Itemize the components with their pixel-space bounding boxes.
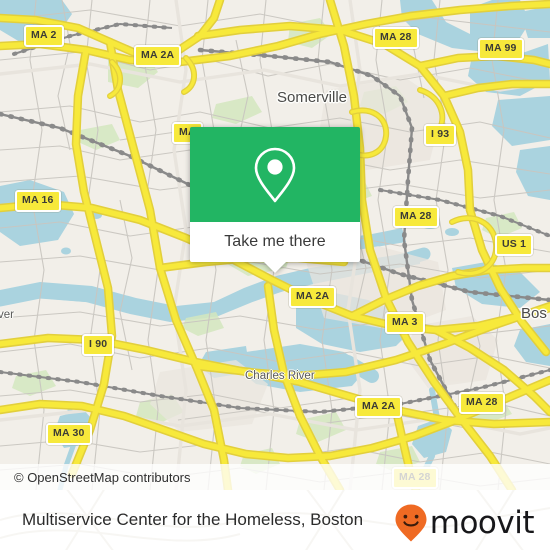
road-shield: MA 2A: [289, 286, 337, 308]
road-shield: MA 2A: [134, 45, 182, 67]
road-shield: MA 99: [478, 38, 524, 60]
moovit-wordmark: moovit: [429, 505, 535, 541]
popup-action-label: Take me there: [224, 233, 326, 250]
road-shield: I 93: [424, 124, 457, 146]
road-shield: MA 3: [385, 312, 425, 334]
road-shield: US 1: [495, 234, 534, 256]
road-shield: MA 28: [459, 392, 505, 414]
road-shield: MA 30: [46, 423, 92, 445]
water-label: Charles River: [245, 370, 315, 382]
popup-pointer: [264, 262, 286, 273]
road-shield: MA 2A: [355, 396, 403, 418]
location-title: Multiservice Center for the Homeless, Bo…: [22, 510, 364, 529]
osm-attribution[interactable]: © OpenStreetMap contributors: [0, 464, 550, 490]
popup-action-button[interactable]: Take me there: [190, 222, 360, 262]
road-shield: MA 28: [393, 206, 439, 228]
place-label: Bos: [521, 305, 547, 322]
road-shield: MA 16: [15, 190, 61, 212]
moovit-map-screen: MA 2 MA 2A MA 28 MA 99 I 93 MA MA 16 MA 28 US 1M…: [0, 0, 550, 550]
moovit-smiley-pin-icon: [395, 504, 427, 542]
road-shield: I 90: [82, 334, 115, 356]
popup-header: [190, 127, 360, 222]
map-pin-icon: [254, 147, 296, 202]
location-popup[interactable]: Take me there: [190, 127, 360, 273]
road-shield: MA 2: [24, 25, 64, 47]
osm-attribution-text: © OpenStreetMap contributors: [14, 469, 191, 485]
water-label: ver: [0, 309, 14, 321]
place-label: Somerville: [277, 89, 348, 106]
moovit-logo[interactable]: moovit: [394, 503, 535, 543]
bottom-bar: Multiservice Center for the Homeless, Bo…: [0, 490, 550, 550]
road-shield: MA 28: [373, 27, 419, 49]
